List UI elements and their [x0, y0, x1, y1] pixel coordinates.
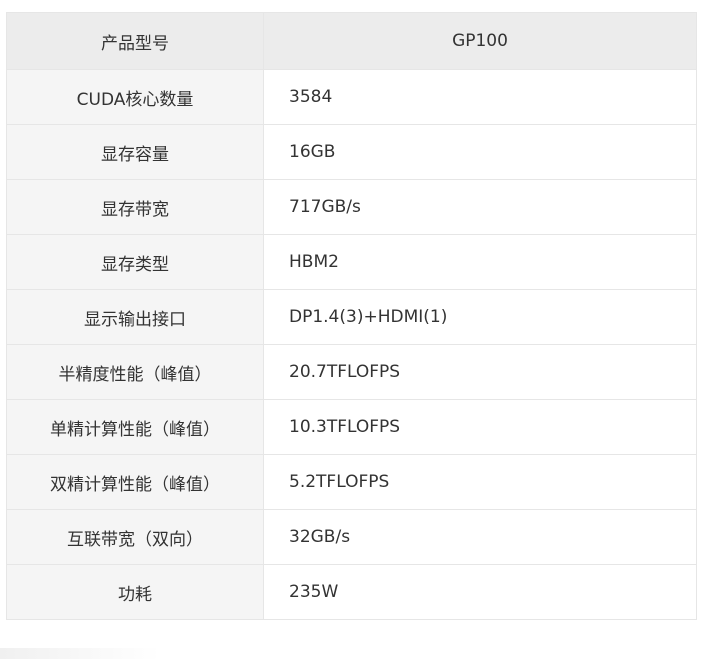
row-value-double-precision: 5.2TFLOFPS: [263, 454, 697, 510]
table-row: 显存类型 HBM2: [6, 234, 697, 290]
page: 产品型号 GP100 CUDA核心数量 3584 显存容量 16GB 显存带宽 …: [0, 0, 720, 659]
row-value-cuda-cores: 3584: [263, 69, 697, 125]
table-row: 互联带宽（双向） 32GB/s: [6, 509, 697, 565]
row-label-cuda-cores: CUDA核心数量: [6, 69, 264, 125]
row-label-memory-bandwidth: 显存带宽: [6, 179, 264, 235]
row-label-double-precision: 双精计算性能（峰值）: [6, 454, 264, 510]
bottom-fade-decoration: [0, 648, 160, 659]
spec-table: 产品型号 GP100 CUDA核心数量 3584 显存容量 16GB 显存带宽 …: [6, 12, 697, 620]
table-row: 显存容量 16GB: [6, 124, 697, 180]
header-value-cell: GP100: [263, 12, 697, 70]
row-label-display-outputs: 显示输出接口: [6, 289, 264, 345]
row-value-memory-size: 16GB: [263, 124, 697, 180]
table-row: 单精计算性能（峰值） 10.3TFLOFPS: [6, 399, 697, 455]
row-label-single-precision: 单精计算性能（峰值）: [6, 399, 264, 455]
row-value-half-precision: 20.7TFLOFPS: [263, 344, 697, 400]
row-label-memory-type: 显存类型: [6, 234, 264, 290]
table-row: 半精度性能（峰值） 20.7TFLOFPS: [6, 344, 697, 400]
table-row: CUDA核心数量 3584: [6, 69, 697, 125]
row-value-display-outputs: DP1.4(3)+HDMI(1): [263, 289, 697, 345]
table-row: 双精计算性能（峰值） 5.2TFLOFPS: [6, 454, 697, 510]
table-header-row: 产品型号 GP100: [6, 12, 697, 70]
row-label-memory-size: 显存容量: [6, 124, 264, 180]
row-label-half-precision: 半精度性能（峰值）: [6, 344, 264, 400]
row-label-interconnect-bandwidth: 互联带宽（双向）: [6, 509, 264, 565]
row-value-memory-bandwidth: 717GB/s: [263, 179, 697, 235]
row-value-memory-type: HBM2: [263, 234, 697, 290]
row-value-power: 235W: [263, 564, 697, 620]
row-value-single-precision: 10.3TFLOFPS: [263, 399, 697, 455]
row-label-power: 功耗: [6, 564, 264, 620]
table-row: 功耗 235W: [6, 564, 697, 620]
row-value-interconnect-bandwidth: 32GB/s: [263, 509, 697, 565]
table-row: 显存带宽 717GB/s: [6, 179, 697, 235]
table-row: 显示输出接口 DP1.4(3)+HDMI(1): [6, 289, 697, 345]
header-label-cell: 产品型号: [6, 12, 264, 70]
